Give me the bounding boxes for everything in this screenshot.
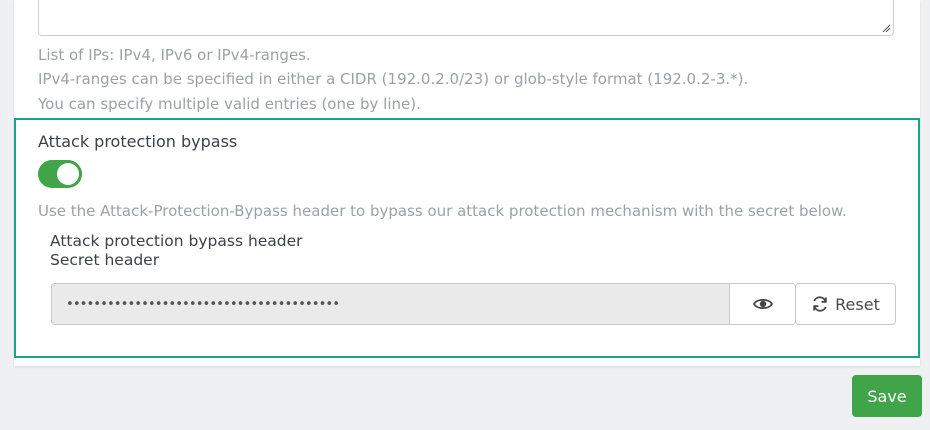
reset-label: Reset xyxy=(835,294,880,314)
secret-input-group xyxy=(51,283,796,325)
secret-label: Secret header xyxy=(50,251,160,269)
resize-handle-icon[interactable] xyxy=(881,23,891,33)
toggle-knob xyxy=(57,163,79,185)
eye-icon xyxy=(753,298,773,310)
ip-help-line-1: List of IPs: IPv4, IPv6 or IPv4-ranges. xyxy=(38,46,311,64)
ip-list-textarea[interactable] xyxy=(38,0,894,36)
reset-button[interactable]: Reset xyxy=(795,283,896,325)
ip-help-line-2: IPv4-ranges can be specified in either a… xyxy=(38,70,749,88)
section-title: Attack protection bypass xyxy=(38,132,238,151)
attack-protection-bypass-section: Attack protection bypass Use the Attack-… xyxy=(14,118,920,358)
save-button[interactable]: Save xyxy=(852,375,922,417)
ip-help-line-3: You can specify multiple valid entries (… xyxy=(38,95,421,113)
bypass-help-text: Use the Attack-Protection-Bypass header … xyxy=(38,202,847,220)
secret-input[interactable] xyxy=(52,284,729,324)
header-label: Attack protection bypass header xyxy=(50,232,303,250)
show-secret-button[interactable] xyxy=(729,284,795,324)
refresh-icon xyxy=(813,296,827,312)
bypass-toggle[interactable] xyxy=(38,160,82,188)
